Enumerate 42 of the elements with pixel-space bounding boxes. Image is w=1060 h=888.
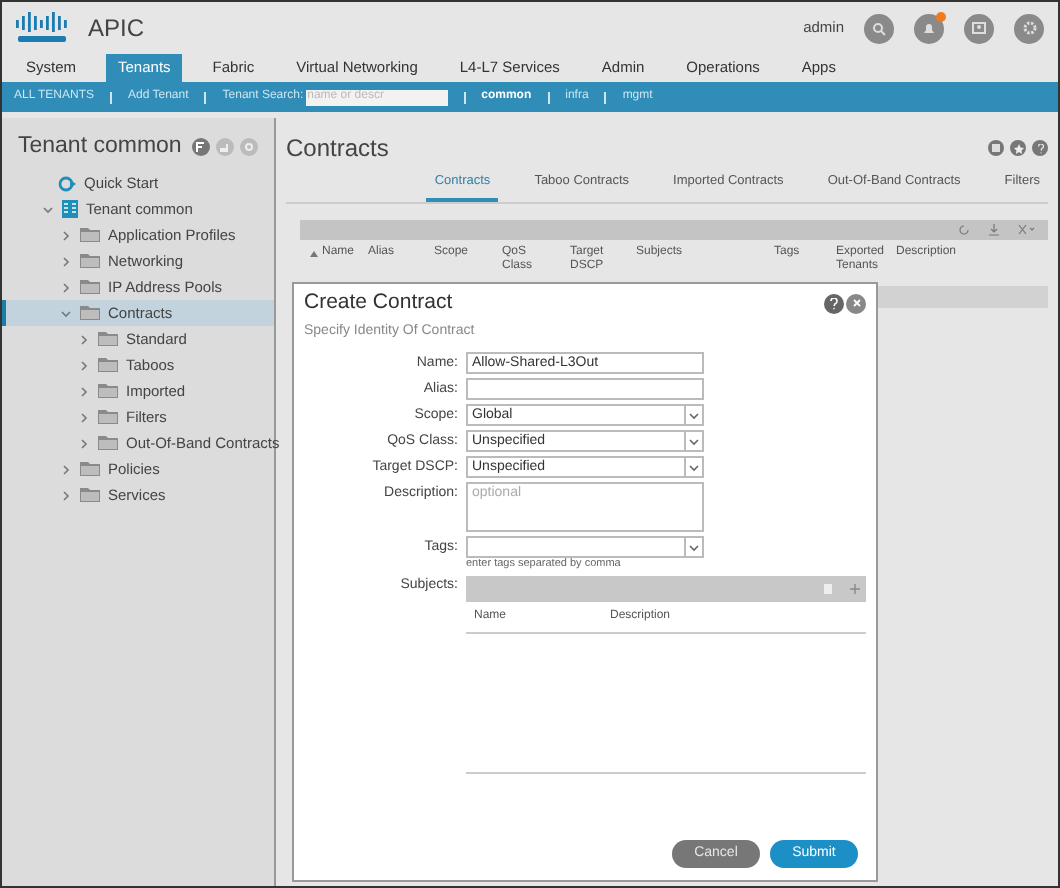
folder-icon — [98, 410, 118, 425]
chevron-down-icon — [688, 543, 700, 552]
folder-icon — [80, 280, 100, 295]
building-icon — [62, 200, 78, 219]
chevron-down-icon[interactable] — [42, 203, 54, 216]
quick-start-icon — [58, 175, 76, 192]
folder-icon — [80, 306, 100, 321]
chevron-down-icon[interactable] — [60, 307, 72, 320]
sort-arrow-icon[interactable] — [310, 249, 318, 258]
tools-icon[interactable] — [1018, 223, 1036, 236]
bell-icon[interactable] — [914, 13, 944, 43]
star-icon[interactable] — [1010, 140, 1026, 156]
folder-icon — [80, 462, 100, 477]
logo-icon — [16, 12, 68, 44]
chevron-down-icon — [688, 463, 700, 472]
download-icon[interactable] — [988, 223, 1000, 236]
chevron-down-icon — [688, 437, 700, 446]
folder-icon — [98, 436, 118, 451]
close-icon[interactable] — [846, 293, 866, 314]
dropdown-field[interactable] — [466, 536, 704, 559]
folder-icon — [98, 332, 118, 347]
gear-icon[interactable] — [239, 138, 258, 157]
dialog-title: Create Contract — [304, 288, 453, 318]
sidebar-title: Tenant common — [18, 132, 182, 162]
settings-icon[interactable] — [1014, 13, 1044, 43]
tenant-icon[interactable] — [191, 138, 210, 157]
refresh-icon[interactable] — [958, 223, 970, 236]
chevron-down-icon — [688, 411, 700, 420]
help-icon[interactable] — [1032, 140, 1048, 156]
search-icon[interactable] — [864, 13, 894, 43]
folder-icon — [80, 228, 100, 243]
folder-icon — [98, 358, 118, 373]
folder-icon — [98, 384, 118, 399]
text-field[interactable] — [466, 378, 704, 401]
folder-icon — [80, 488, 100, 503]
app-title: APIC — [88, 12, 145, 46]
id-card-icon[interactable] — [964, 13, 994, 43]
page-title: Contracts — [286, 132, 389, 166]
help-icon[interactable] — [824, 293, 844, 314]
folder-icon — [80, 254, 100, 269]
plus-icon[interactable] — [850, 584, 860, 595]
calendar-icon[interactable] — [988, 140, 1004, 156]
